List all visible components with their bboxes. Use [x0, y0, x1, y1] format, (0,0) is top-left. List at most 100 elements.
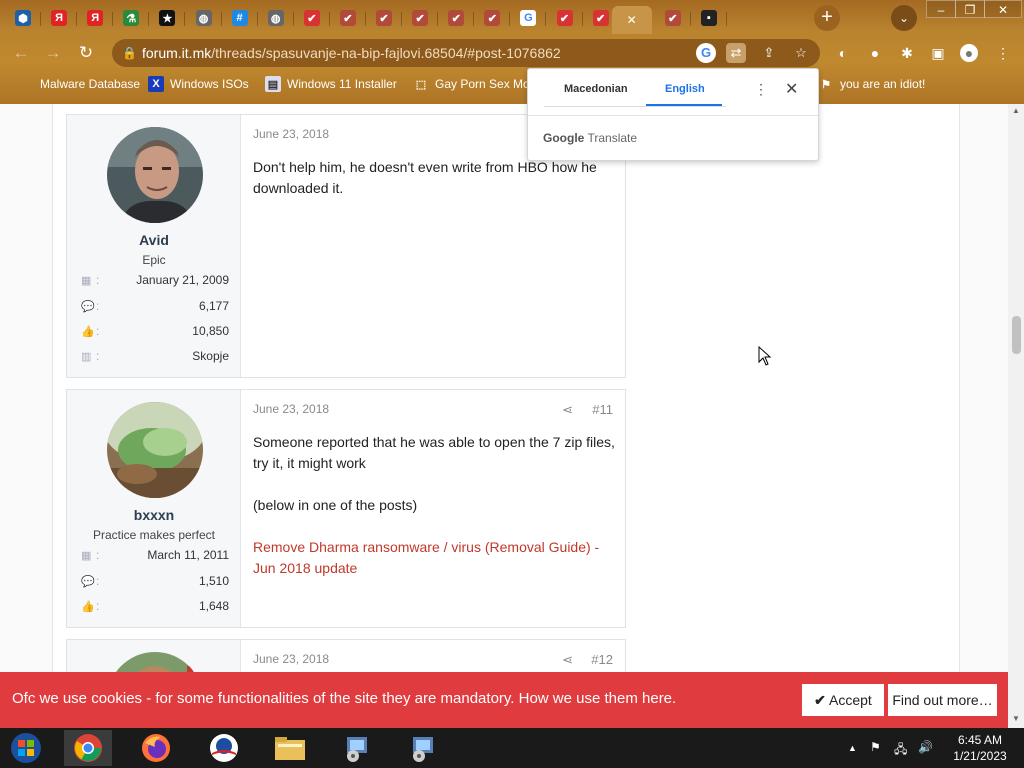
- calendar-icon: ▦: [81, 550, 92, 562]
- browser-tab[interactable]: ✔: [369, 6, 402, 30]
- google-icon: G: [520, 10, 537, 26]
- toolbar: ← → ↻ 🔒 forum.it.mk/threads/spasuvanje-n…: [0, 36, 1024, 68]
- scroll-thumb[interactable]: [1012, 316, 1021, 354]
- browser-tab[interactable]: ✔: [658, 6, 691, 30]
- browser-tab[interactable]: ★: [152, 6, 186, 30]
- network-icon[interactable]: 🖧: [894, 740, 907, 761]
- taskbar-obama-app[interactable]: [200, 730, 248, 766]
- address-bar[interactable]: 🔒 forum.it.mk/threads/spasuvanje-na-bip-…: [112, 39, 820, 67]
- extension-ext-icon[interactable]: ◐: [834, 44, 852, 62]
- taskbar-file-explorer[interactable]: [266, 730, 314, 766]
- checkmark-icon: ✔: [814, 692, 826, 708]
- account-avatar-icon[interactable]: ●: [960, 44, 978, 62]
- username[interactable]: Avid: [67, 232, 241, 248]
- bookmark-you-are-an-idiot[interactable]: ⚑ you are an idiot!: [818, 75, 925, 93]
- extensions-puzzle-icon[interactable]: ✱: [898, 44, 916, 62]
- post-date[interactable]: June 23, 2018: [253, 402, 329, 416]
- google-lens-icon[interactable]: G: [696, 43, 716, 63]
- taskbar-chrome[interactable]: [64, 730, 112, 766]
- username[interactable]: bxxxn: [67, 507, 241, 523]
- browser-tab[interactable]: ⚗: [116, 6, 150, 30]
- browser-tab[interactable]: Я: [44, 6, 78, 30]
- scroll-down-icon[interactable]: ▼: [1012, 714, 1020, 723]
- post-number[interactable]: #11: [592, 402, 613, 417]
- translate-icon[interactable]: ⇄: [726, 43, 746, 63]
- new-tab-button[interactable]: +: [814, 5, 840, 31]
- show-hidden-icons-icon[interactable]: ▲: [848, 743, 857, 753]
- installer-icon: ▤: [265, 76, 281, 92]
- avatar[interactable]: [107, 127, 203, 223]
- forum-icon: ✔: [448, 10, 465, 26]
- post-date[interactable]: June 23, 2018: [253, 127, 329, 141]
- clock-date: 1/21/2023: [953, 749, 1007, 763]
- side-panel-icon[interactable]: ▣: [929, 44, 947, 62]
- browser-tab[interactable]: ✔: [550, 6, 583, 30]
- scroll-up-icon[interactable]: ▲: [1012, 106, 1020, 115]
- find-out-more-button[interactable]: Find out more…: [888, 684, 997, 716]
- removal-guide-link[interactable]: Remove Dharma ransomware / virus (Remova…: [253, 539, 599, 576]
- location-stat: ▥: Skopje: [81, 349, 229, 363]
- avatar[interactable]: [107, 652, 203, 672]
- system-clock[interactable]: 6:45 AM 1/21/2023: [950, 732, 1010, 764]
- malware-db-icon: [18, 76, 34, 92]
- tab-separator: [545, 12, 547, 26]
- tab-target-language[interactable]: English: [665, 83, 705, 95]
- forum-icon: ✔: [376, 10, 392, 26]
- restore-button[interactable]: ❐: [955, 0, 985, 18]
- browser-tab[interactable]: ✔: [297, 6, 330, 30]
- close-window-button[interactable]: ✕: [984, 0, 1022, 18]
- tab-source-language[interactable]: Macedonian: [564, 83, 628, 95]
- close-tab-icon[interactable]: ✕: [627, 13, 637, 27]
- browser-tab[interactable]: ◍: [189, 6, 222, 30]
- browser-tab-active[interactable]: ✕: [611, 6, 652, 34]
- accept-button[interactable]: ✔ Accept: [802, 684, 884, 716]
- share-icon[interactable]: ⋖: [562, 652, 573, 668]
- forum-icon: ✔: [556, 10, 573, 26]
- more-options-icon[interactable]: ⋮: [754, 81, 768, 98]
- avatar[interactable]: [107, 402, 203, 498]
- forum-icon: ✔: [592, 10, 609, 26]
- taskbar-installer-2[interactable]: [398, 730, 446, 766]
- cookie-banner: Ofc we use cookies - for some functional…: [0, 672, 1008, 728]
- start-button[interactable]: [2, 730, 50, 766]
- tab-separator: [40, 12, 41, 26]
- volume-icon[interactable]: 🔊: [918, 740, 933, 754]
- browser-tab[interactable]: ✔: [477, 6, 511, 30]
- bookmark-adult-site[interactable]: ⬚ Gay Porn Sex Mo: [413, 75, 530, 93]
- browser-tab[interactable]: ✔: [441, 6, 475, 30]
- post-date[interactable]: June 23, 2018: [253, 652, 329, 666]
- forward-button[interactable]: →: [40, 40, 66, 66]
- browser-tab[interactable]: ▪: [694, 6, 727, 30]
- chrome-menu-icon[interactable]: ⋮: [994, 44, 1012, 62]
- cookie-text: Ofc we use cookies - for some functional…: [12, 690, 677, 707]
- share-icon[interactable]: ⇪: [759, 43, 779, 63]
- browser-tab[interactable]: ⬢: [8, 6, 41, 30]
- browser-tab[interactable]: ✔: [405, 6, 439, 30]
- page-scrollbar[interactable]: ▲ ▼: [1008, 104, 1024, 728]
- tab-separator: [509, 12, 511, 26]
- taskbar-firefox[interactable]: [132, 730, 180, 766]
- share-icon[interactable]: ⋖: [562, 402, 573, 418]
- action-center-flag-icon[interactable]: ⚑: [870, 740, 881, 754]
- browser-tab[interactable]: Я: [80, 6, 114, 30]
- bookmark-star-icon[interactable]: ☆: [791, 43, 811, 63]
- bookmark-windows-11-installer[interactable]: ▤ Windows 11 Installer: [265, 75, 397, 93]
- thumbs-up-icon: 👍: [81, 326, 95, 338]
- reload-button[interactable]: ↻: [73, 40, 99, 66]
- browser-tab[interactable]: #: [225, 6, 258, 30]
- taskbar-installer-1[interactable]: [332, 730, 380, 766]
- post-number[interactable]: #12: [591, 652, 613, 667]
- reactions-stat: 👍: 10,850: [81, 324, 229, 338]
- minimize-button[interactable]: –: [926, 0, 956, 18]
- bookmark-malware-database[interactable]: Malware Database: [18, 75, 140, 93]
- browser-tab[interactable]: ◍: [261, 6, 294, 30]
- close-icon[interactable]: ✕: [785, 79, 798, 99]
- forum-icon: ✔: [339, 10, 356, 26]
- bookmark-windows-isos[interactable]: X Windows ISOs: [148, 75, 249, 93]
- browser-tab[interactable]: G: [513, 6, 547, 30]
- back-button[interactable]: ←: [8, 40, 34, 66]
- tab-search-button[interactable]: ⌄: [891, 5, 917, 31]
- join-date-stat: ▦: March 11, 2011: [81, 548, 229, 562]
- profile-ext-icon[interactable]: ●: [866, 44, 884, 62]
- browser-tab[interactable]: ✔: [333, 6, 366, 30]
